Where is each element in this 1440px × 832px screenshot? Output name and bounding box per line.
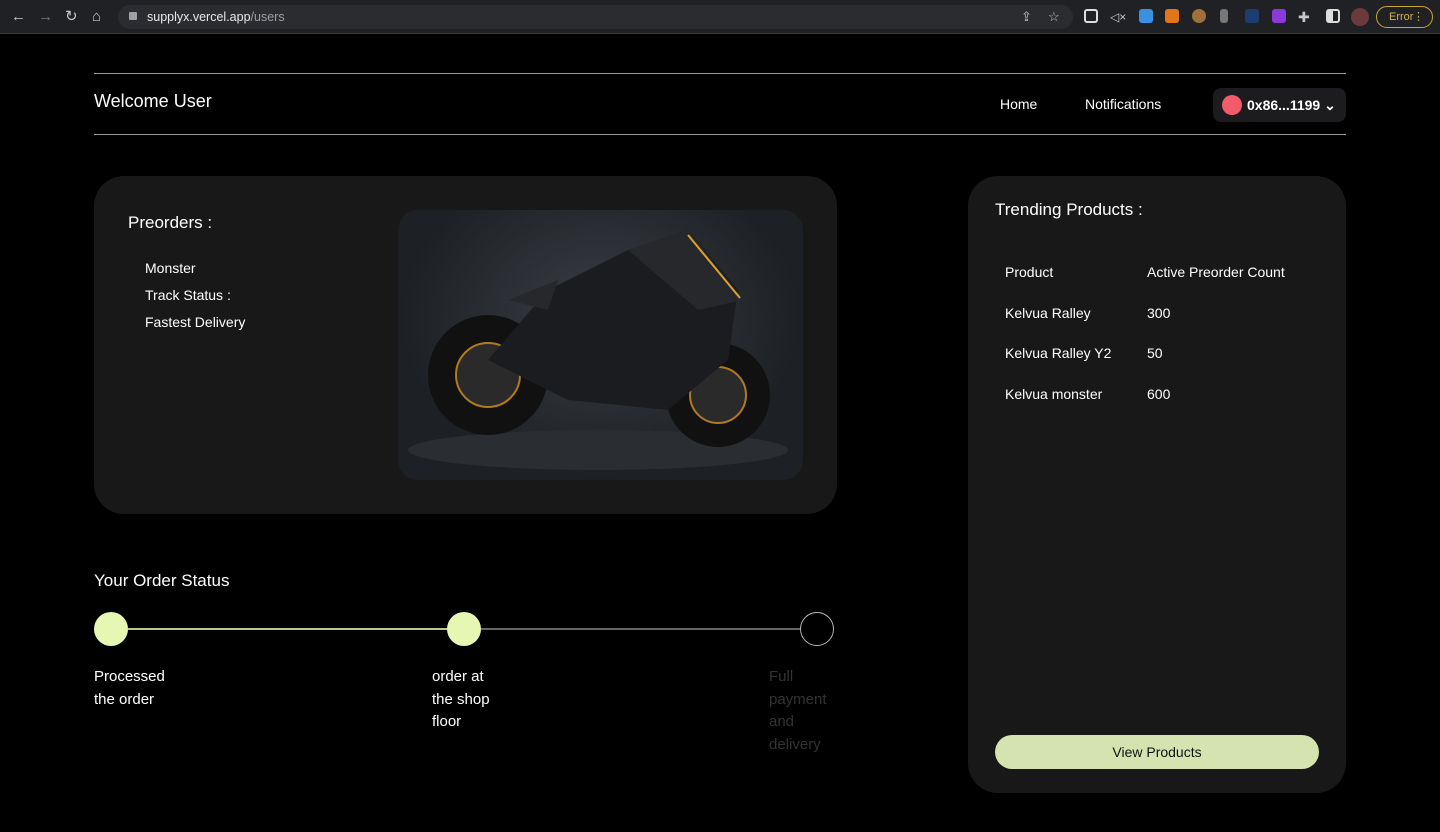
divider — [94, 134, 1346, 135]
column-header-product: Product — [1005, 264, 1054, 280]
star-icon[interactable]: ☆ — [1048, 8, 1060, 26]
sidepanel-icon[interactable] — [1326, 9, 1340, 23]
browser-toolbar: ← → ↻ ⌂ supplyx.vercel.app/users ⇪ ☆ ◁× … — [0, 0, 1440, 34]
view-products-button[interactable]: View Products — [995, 735, 1319, 769]
column-header-count: Active Preorder Count — [1147, 264, 1285, 280]
step-label-processed: Processed the order — [94, 668, 165, 708]
wallet-button[interactable]: 0x86...1199 ⌄ — [1213, 88, 1346, 122]
step-indicator-complete — [94, 612, 128, 646]
error-button[interactable]: Error ⋮ — [1376, 6, 1433, 28]
mute-icon[interactable]: ◁× — [1110, 8, 1126, 26]
extension-icon[interactable] — [1245, 9, 1259, 23]
cookie-icon[interactable] — [1192, 9, 1206, 23]
preorder-count: 50 — [1147, 345, 1163, 361]
preorder-count: 300 — [1147, 305, 1171, 321]
product-name: Kelvua Ralley — [1005, 305, 1091, 321]
lock-icon — [129, 12, 137, 20]
nav-notifications[interactable]: Notifications — [1085, 96, 1161, 112]
trending-title: Trending Products : — [995, 200, 1143, 219]
product-name: Kelvua monster — [1005, 386, 1103, 402]
divider — [94, 73, 1346, 74]
share-icon[interactable]: ⇪ — [1021, 8, 1032, 26]
back-icon[interactable]: ← — [11, 8, 26, 26]
motorcycle-image — [398, 210, 803, 480]
wallet-avatar-icon — [1222, 95, 1242, 115]
step-indicator-pending — [800, 612, 834, 646]
track-status[interactable]: Track Status : — [145, 287, 231, 303]
url-path: /users — [250, 10, 285, 24]
avatar[interactable] — [1351, 8, 1369, 26]
progress-line-pending — [481, 628, 801, 630]
extension-icon[interactable] — [1220, 9, 1228, 23]
error-label: Error — [1389, 11, 1414, 23]
home-icon[interactable]: ⌂ — [92, 8, 101, 26]
page-title: Welcome User — [94, 91, 212, 111]
progress-line-complete — [128, 628, 448, 630]
preorder-count: 600 — [1147, 386, 1171, 402]
preorders-title: Preorders : — [128, 213, 213, 232]
metamask-icon[interactable] — [1165, 9, 1179, 23]
forward-icon[interactable]: → — [38, 8, 53, 26]
puzzle-icon[interactable]: ✚ — [1298, 8, 1310, 26]
step-label-delivery: Full payment and delivery — [769, 668, 827, 753]
chevron-down-icon: ⌄ — [1324, 97, 1336, 113]
delivery-option: Fastest Delivery — [145, 314, 246, 330]
order-status-title: Your Order Status — [94, 571, 230, 590]
step-indicator-complete — [447, 612, 481, 646]
nav-home[interactable]: Home — [1000, 96, 1037, 112]
reload-icon[interactable]: ↻ — [65, 8, 78, 26]
product-name: Kelvua Ralley Y2 — [1005, 345, 1112, 361]
screenshot-extension-icon[interactable] — [1084, 9, 1098, 23]
address-bar[interactable]: supplyx.vercel.app/users ⇪ ☆ — [118, 5, 1073, 29]
translate-extension-icon[interactable] — [1139, 9, 1153, 23]
extension-icon[interactable] — [1272, 9, 1286, 23]
step-label-shop-floor: order at the shop floor — [432, 668, 490, 730]
wallet-address: 0x86...1199 — [1247, 97, 1321, 113]
url-host: supplyx.vercel.app — [147, 10, 251, 24]
preorder-item: Monster — [145, 260, 196, 276]
